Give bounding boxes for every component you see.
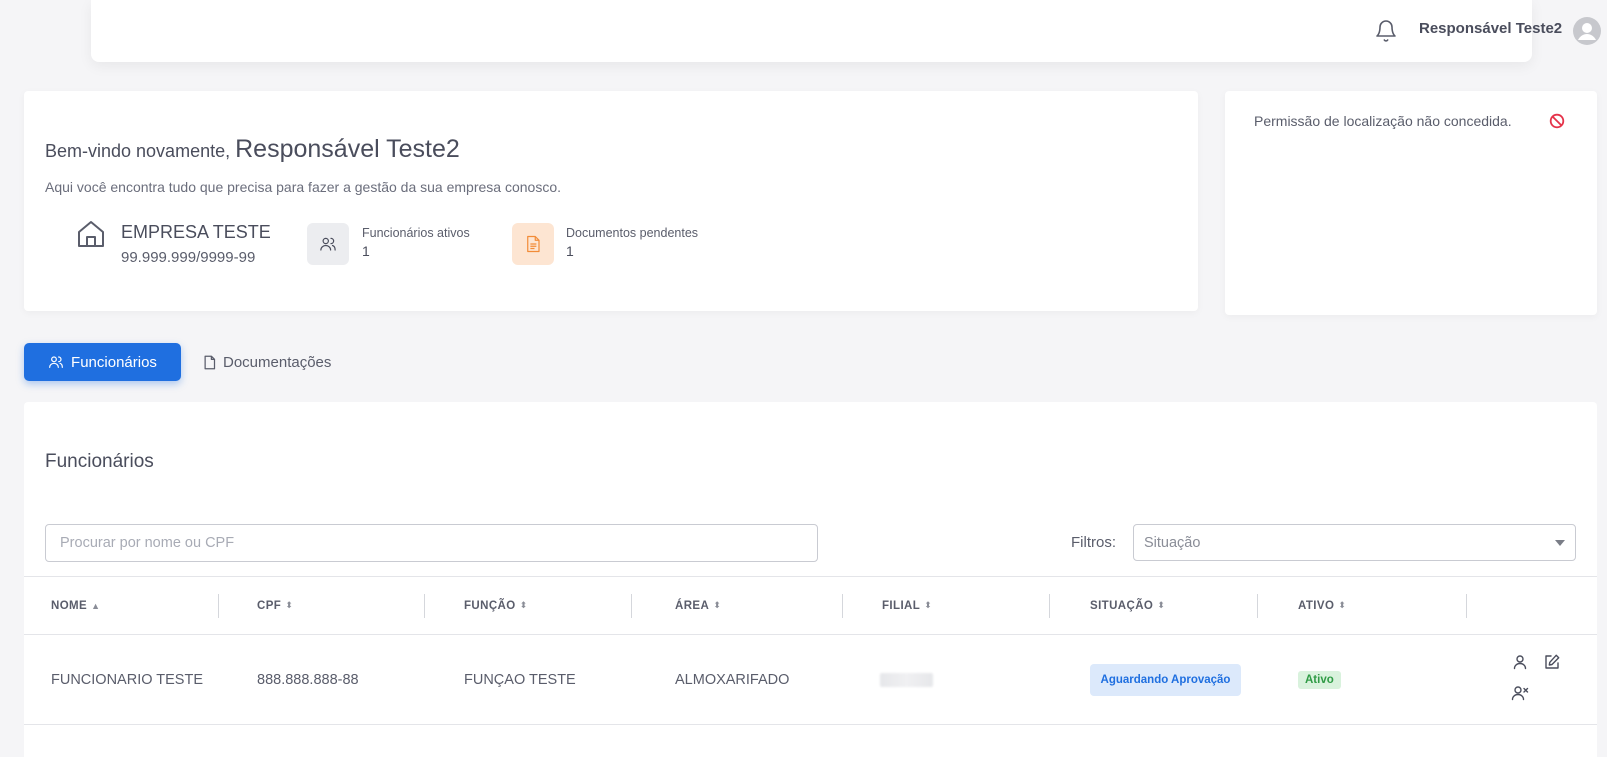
document-icon xyxy=(527,235,540,253)
location-permission-message: Permissão de localização não concedida. xyxy=(1254,113,1512,129)
tab-documentacoes[interactable]: Documentações xyxy=(203,343,331,381)
column-divider[interactable] xyxy=(631,594,632,618)
welcome-card: Bem-vindo novamente, Responsável Teste2 … xyxy=(24,91,1198,311)
sort-icon: ⬍ xyxy=(1157,600,1166,610)
employees-stat-label: Funcionários ativos xyxy=(362,226,470,240)
home-icon xyxy=(78,221,104,247)
sort-icon: ⬍ xyxy=(285,600,294,610)
header-user-name[interactable]: Responsável Teste2 xyxy=(1419,20,1562,37)
cell-funcao: FUNÇAO TESTE xyxy=(464,672,576,688)
employees-card: Funcionários Filtros: Situação NOME▲ CPF… xyxy=(24,402,1597,757)
situation-select-placeholder: Situação xyxy=(1144,534,1201,551)
company-name: EMPRESA TESTE xyxy=(121,222,271,242)
document-icon xyxy=(204,355,216,369)
greeting-name: Responsável Teste2 xyxy=(235,135,460,163)
welcome-greeting: Bem-vindo novamente, Responsável Teste2 xyxy=(45,135,460,164)
column-divider[interactable] xyxy=(1049,594,1050,618)
documents-stat-label: Documentos pendentes xyxy=(566,226,699,240)
no-entry-icon xyxy=(1549,113,1565,129)
search-input[interactable] xyxy=(45,524,818,562)
column-header-area[interactable]: ÁREA ⬍ xyxy=(675,577,721,634)
column-header-funcao[interactable]: FUNÇÃO ⬍ xyxy=(464,577,528,634)
greeting-prefix: Bem-vindo novamente, xyxy=(45,141,231,161)
company-cnpj: 99.999.999/9999-99 xyxy=(121,249,256,266)
user-icon[interactable] xyxy=(1511,653,1529,671)
column-header-filial[interactable]: FILIAL ⬍ xyxy=(882,577,932,634)
users-icon xyxy=(49,356,63,368)
user-remove-icon[interactable] xyxy=(1511,684,1529,702)
bell-icon[interactable] xyxy=(1374,19,1398,43)
employees-title: Funcionários xyxy=(45,451,154,472)
cell-nome: FUNCIONARIO TESTE xyxy=(51,672,203,688)
situation-select[interactable]: Situação xyxy=(1133,524,1576,561)
tab-funcionarios[interactable]: Funcionários xyxy=(24,343,181,381)
sort-icon: ⬍ xyxy=(924,600,933,610)
column-header-situacao[interactable]: SITUAÇÃO ⬍ xyxy=(1090,577,1165,634)
filters-label: Filtros: xyxy=(1071,534,1116,551)
column-divider[interactable] xyxy=(1466,594,1467,618)
column-divider[interactable] xyxy=(1257,594,1258,618)
top-bar: Responsável Teste2 xyxy=(91,0,1601,62)
cell-cpf: 888.888.888-88 xyxy=(257,672,359,688)
sort-icon: ⬍ xyxy=(1338,600,1347,610)
employees-stat-value: 1 xyxy=(362,243,370,259)
sort-icon: ⬍ xyxy=(713,600,722,610)
user-circle-icon[interactable] xyxy=(1573,17,1601,45)
sort-asc-icon: ▲ xyxy=(91,600,101,611)
employees-stat-icon-box xyxy=(307,223,349,265)
tab-funcionarios-label: Funcionários xyxy=(71,353,157,371)
column-divider[interactable] xyxy=(218,594,219,618)
column-header-nome[interactable]: NOME ▲ xyxy=(51,577,100,634)
documents-stat-value: 1 xyxy=(566,243,574,259)
cell-filial xyxy=(880,636,933,724)
status-badge: Aguardando Aprovação xyxy=(1090,664,1241,696)
location-card: Permissão de localização não concedida. xyxy=(1225,91,1597,315)
sort-icon: ⬍ xyxy=(519,600,528,610)
column-header-ativo[interactable]: ATIVO ⬍ xyxy=(1298,577,1346,634)
active-badge: Ativo xyxy=(1298,671,1341,689)
table-header: NOME ▲ CPF ⬍ FUNÇÃO ⬍ ÁREA ⬍ FILIAL ⬍ SITUAÇÃ… xyxy=(24,576,1597,635)
users-icon xyxy=(320,237,336,251)
cell-ativo: Ativo xyxy=(1298,636,1341,724)
documents-stat-icon-box xyxy=(512,223,554,265)
tab-documentacoes-label: Documentações xyxy=(223,353,332,371)
edit-icon[interactable] xyxy=(1543,653,1561,671)
cell-situacao: Aguardando Aprovação xyxy=(1090,636,1241,724)
chevron-down-icon xyxy=(1555,539,1565,546)
redacted-value xyxy=(880,673,933,687)
column-divider[interactable] xyxy=(424,594,425,618)
welcome-subtitle: Aqui você encontra tudo que precisa para… xyxy=(45,179,561,195)
column-header-cpf[interactable]: CPF ⬍ xyxy=(257,577,293,634)
column-divider[interactable] xyxy=(842,594,843,618)
cell-area: ALMOXARIFADO xyxy=(675,672,790,688)
table-row: FUNCIONARIO TESTE 888.888.888-88 FUNÇAO … xyxy=(24,636,1597,725)
